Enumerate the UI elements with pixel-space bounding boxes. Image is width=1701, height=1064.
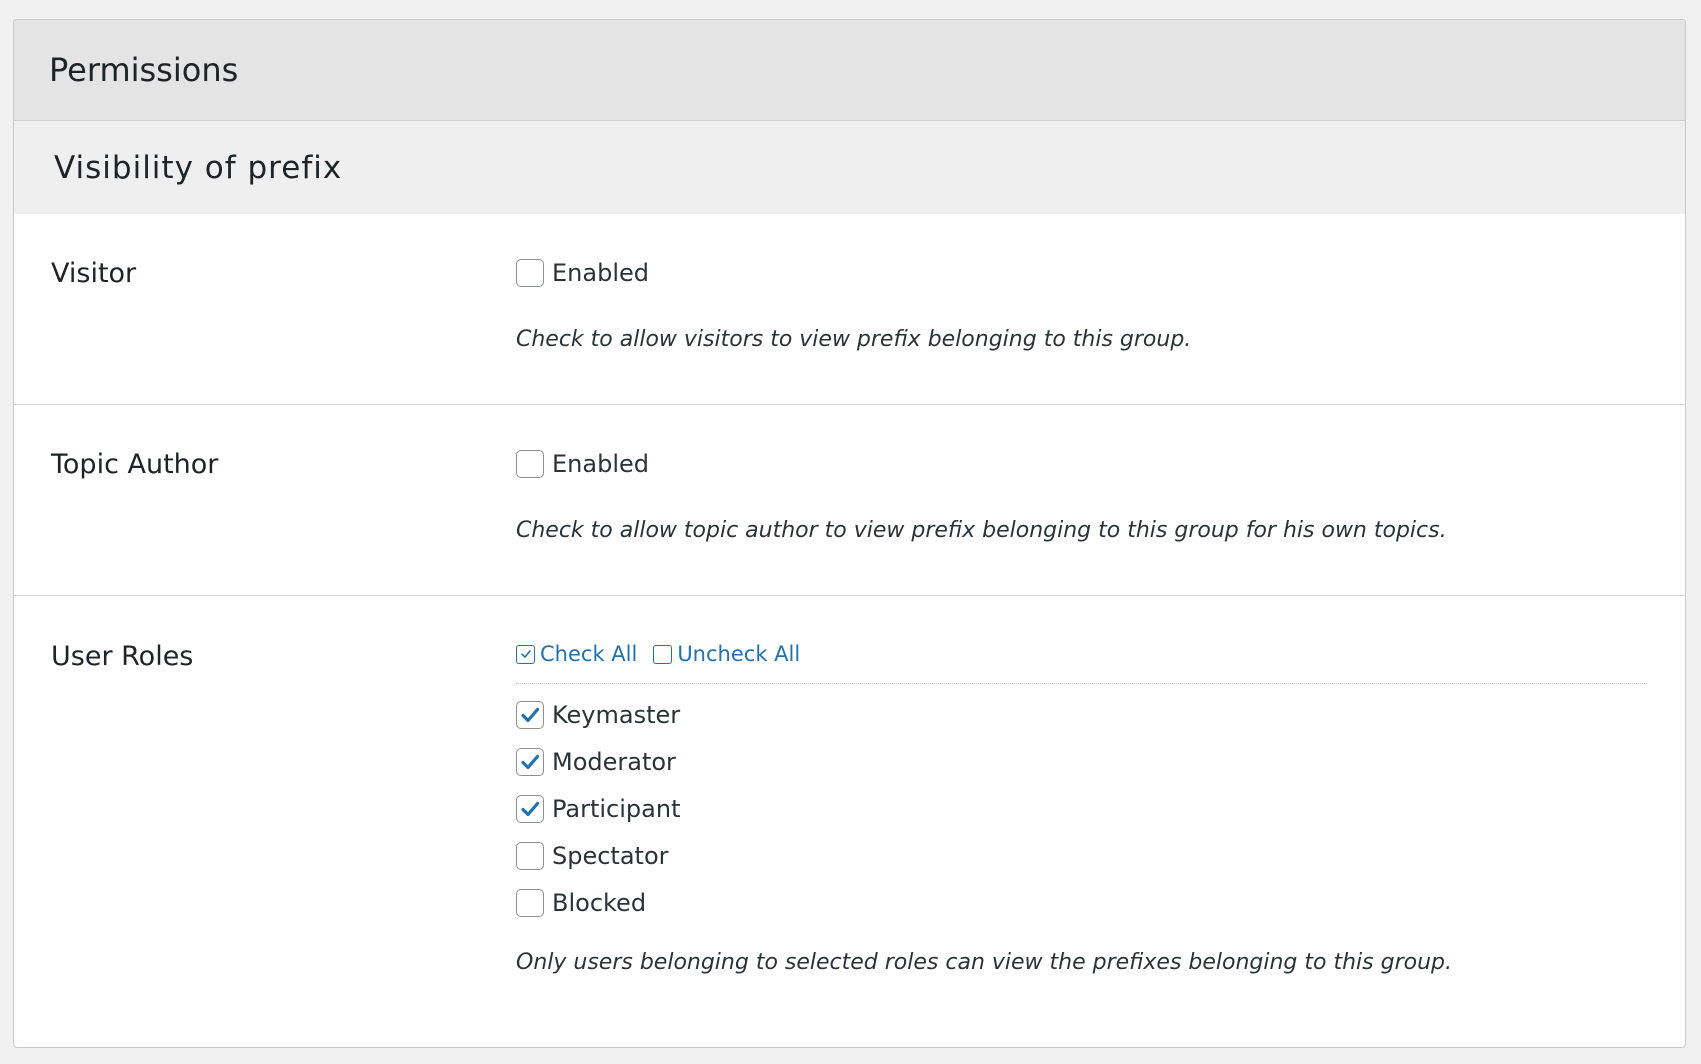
visitor-label: Visitor bbox=[51, 258, 137, 289]
user-roles-description: Only users belonging to selected roles c… bbox=[516, 950, 1452, 975]
topic-author-row: Topic Author Enabled Check to allow topi… bbox=[14, 405, 1685, 596]
visitor-enabled-label: Enabled bbox=[552, 259, 649, 287]
role-label-spectator: Spectator bbox=[552, 842, 669, 870]
checkmark-icon bbox=[521, 801, 540, 817]
uncheck-all-label: Uncheck All bbox=[677, 642, 801, 666]
permissions-panel: Permissions Visibility of prefix Visitor… bbox=[13, 19, 1686, 1048]
role-label-moderator: Moderator bbox=[552, 748, 676, 776]
uncheck-all-icon bbox=[653, 644, 673, 664]
panel-title: Permissions bbox=[14, 20, 1685, 121]
role-label-keymaster: Keymaster bbox=[552, 701, 681, 729]
visitor-enabled-checkbox[interactable] bbox=[516, 259, 544, 287]
role-checkbox-blocked[interactable] bbox=[516, 889, 544, 917]
topic-author-label: Topic Author bbox=[51, 449, 219, 480]
role-label-participant: Participant bbox=[552, 795, 681, 823]
bulk-links-separator bbox=[516, 683, 1647, 684]
check-all-label: Check All bbox=[540, 642, 638, 666]
user-roles-field: Check All Uncheck All Keymaster Moderato… bbox=[516, 596, 1685, 1047]
visitor-enabled-option[interactable]: Enabled bbox=[516, 256, 1647, 290]
role-label-blocked: Blocked bbox=[552, 889, 647, 917]
topic-author-description: Check to allow topic author to view pref… bbox=[516, 518, 1447, 543]
section-title: Visibility of prefix bbox=[14, 121, 1685, 214]
role-checkbox-moderator[interactable] bbox=[516, 748, 544, 776]
role-option-blocked[interactable]: Blocked bbox=[516, 886, 1647, 920]
role-checkbox-participant[interactable] bbox=[516, 795, 544, 823]
uncheck-all-link[interactable]: Uncheck All bbox=[653, 642, 800, 666]
role-option-keymaster[interactable]: Keymaster bbox=[516, 698, 1647, 732]
check-all-link[interactable]: Check All bbox=[516, 642, 637, 666]
visitor-description: Check to allow visitors to view prefix b… bbox=[516, 327, 1192, 352]
roles-list: Keymaster Moderator Participant Spectato… bbox=[516, 698, 1647, 920]
role-checkbox-keymaster[interactable] bbox=[516, 701, 544, 729]
checkmark-icon bbox=[521, 754, 540, 770]
user-roles-label: User Roles bbox=[51, 641, 194, 672]
topic-author-enabled-option[interactable]: Enabled bbox=[516, 447, 1647, 481]
bulk-select-links: Check All Uncheck All bbox=[516, 639, 1647, 669]
check-all-icon bbox=[516, 644, 535, 664]
topic-author-field: Enabled Check to allow topic author to v… bbox=[516, 405, 1685, 595]
checkmark-icon bbox=[521, 707, 540, 723]
topic-author-enabled-label: Enabled bbox=[552, 450, 649, 478]
topic-author-enabled-checkbox[interactable] bbox=[516, 450, 544, 478]
role-option-participant[interactable]: Participant bbox=[516, 792, 1647, 826]
user-roles-row: User Roles Check All Uncheck All Keymast… bbox=[14, 596, 1685, 1047]
visitor-row: Visitor Enabled Check to allow visitors … bbox=[14, 214, 1685, 405]
visitor-field: Enabled Check to allow visitors to view … bbox=[516, 214, 1685, 404]
role-checkbox-spectator[interactable] bbox=[516, 842, 544, 870]
role-option-spectator[interactable]: Spectator bbox=[516, 839, 1647, 873]
role-option-moderator[interactable]: Moderator bbox=[516, 745, 1647, 779]
